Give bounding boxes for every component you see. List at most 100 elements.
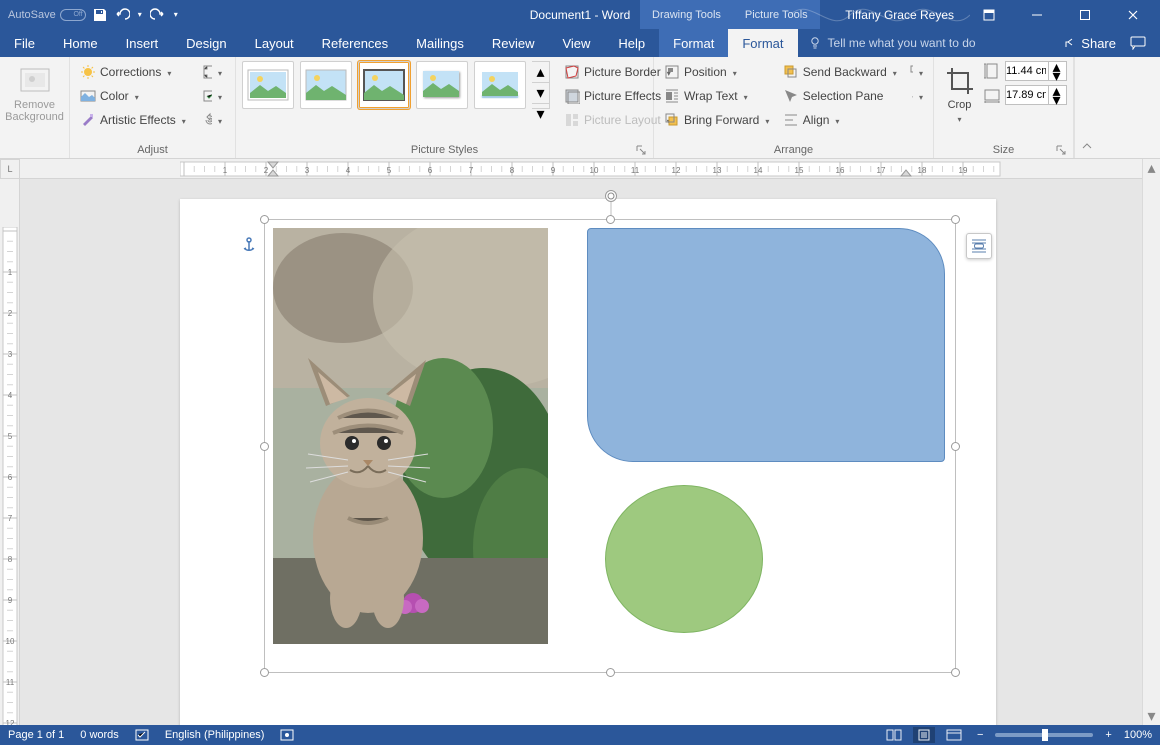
status-page[interactable]: Page 1 of 1	[8, 729, 64, 741]
status-spellcheck-icon[interactable]	[135, 729, 149, 741]
qat-customize-icon[interactable]	[172, 10, 180, 19]
resize-handle-nw[interactable]	[260, 215, 269, 224]
resize-handle-ne[interactable]	[951, 215, 960, 224]
reset-picture-button[interactable]	[198, 109, 226, 131]
tab-help[interactable]: Help	[604, 29, 659, 57]
user-name[interactable]: Tiffany Grace Reyes	[835, 8, 964, 22]
rotate-button[interactable]	[905, 85, 927, 107]
tab-review[interactable]: Review	[478, 29, 549, 57]
status-macro-icon[interactable]	[280, 729, 294, 741]
group-button[interactable]	[905, 61, 927, 83]
wrap-text-button[interactable]: Wrap Text	[660, 85, 775, 107]
scroll-up-icon[interactable]: ▴	[1143, 159, 1160, 177]
ribbon-display-options-icon[interactable]	[966, 0, 1012, 29]
svg-text:18: 18	[918, 166, 927, 175]
resize-handle-w[interactable]	[260, 442, 269, 451]
resize-handle-n[interactable]	[606, 215, 615, 224]
zoom-slider-thumb[interactable]	[1042, 729, 1048, 741]
maximize-button[interactable]	[1062, 0, 1108, 29]
change-picture-icon	[202, 88, 212, 104]
autosave-toggle[interactable]: AutoSave Off	[8, 9, 86, 21]
resize-handle-se[interactable]	[951, 668, 960, 677]
spin-down-icon[interactable]: ▾	[1049, 71, 1064, 80]
svg-text:5: 5	[8, 432, 13, 441]
align-button[interactable]: Align	[779, 109, 901, 131]
rotate-handle[interactable]	[605, 190, 617, 202]
spin-down-icon[interactable]: ▾	[1049, 95, 1064, 104]
gallery-up-icon[interactable]: ▴	[532, 62, 549, 82]
tab-home[interactable]: Home	[49, 29, 112, 57]
close-button[interactable]	[1110, 0, 1156, 29]
read-mode-icon[interactable]	[883, 727, 905, 743]
style-thumb-5[interactable]	[474, 61, 526, 109]
chevron-down-icon	[919, 89, 923, 103]
layout-options-button[interactable]	[966, 233, 992, 259]
picture-tools-header: Picture Tools	[733, 0, 820, 29]
send-backward-button[interactable]: Send Backward	[779, 61, 901, 83]
compress-pictures-button[interactable]	[198, 61, 226, 83]
style-thumb-2[interactable]	[300, 61, 352, 109]
horizontal-ruler[interactable]: 12345678910111213141516171819	[20, 159, 1142, 179]
print-layout-icon[interactable]	[913, 727, 935, 743]
remove-background-button[interactable]: Remove Background	[6, 61, 64, 127]
ruler-corner[interactable]: L	[0, 159, 20, 179]
zoom-slider[interactable]	[995, 733, 1093, 737]
corrections-button[interactable]: Corrections	[76, 61, 194, 83]
save-icon[interactable]	[92, 7, 108, 23]
comments-icon[interactable]	[1130, 36, 1146, 50]
tab-format-drawing[interactable]: Format	[659, 29, 728, 57]
tab-view[interactable]: View	[548, 29, 604, 57]
height-input[interactable]: ▴▾	[1005, 61, 1067, 81]
artistic-effects-button[interactable]: Artistic Effects	[76, 109, 194, 131]
vertical-scrollbar[interactable]: ▴ ▾	[1142, 159, 1160, 725]
zoom-in-button[interactable]: +	[1101, 729, 1115, 741]
chevron-down-icon	[218, 113, 222, 127]
color-button[interactable]: Color	[76, 85, 194, 107]
share-button[interactable]: Share	[1063, 36, 1116, 51]
picture-styles-gallery[interactable]: ▴ ▾ ▾	[242, 61, 550, 109]
tab-file[interactable]: File	[0, 29, 49, 57]
tab-insert[interactable]: Insert	[112, 29, 173, 57]
ellipse-shape[interactable]	[605, 485, 763, 633]
undo-dropdown-icon[interactable]	[136, 10, 144, 19]
gallery-more-icon[interactable]: ▾	[532, 103, 549, 124]
tab-design[interactable]: Design	[172, 29, 240, 57]
bring-forward-button[interactable]: Bring Forward	[660, 109, 775, 131]
scrollbar-track[interactable]	[1143, 177, 1160, 707]
zoom-out-button[interactable]: −	[973, 729, 987, 741]
redo-icon[interactable]	[150, 7, 166, 23]
web-layout-icon[interactable]	[943, 727, 965, 743]
tab-references[interactable]: References	[308, 29, 402, 57]
style-thumb-4[interactable]	[416, 61, 468, 109]
gallery-down-icon[interactable]: ▾	[532, 82, 549, 103]
tab-layout[interactable]: Layout	[241, 29, 308, 57]
rounded-rectangle-shape[interactable]	[587, 228, 945, 462]
tab-mailings[interactable]: Mailings	[402, 29, 478, 57]
collapse-ribbon-button[interactable]	[1074, 57, 1098, 158]
crop-button[interactable]: Crop	[940, 61, 979, 129]
undo-icon[interactable]	[114, 7, 130, 23]
selection-pane-button[interactable]: Selection Pane	[779, 85, 901, 107]
zoom-level[interactable]: 100%	[1124, 729, 1152, 741]
status-words[interactable]: 0 words	[80, 729, 119, 741]
status-language[interactable]: English (Philippines)	[165, 729, 265, 741]
tab-format-picture[interactable]: Format	[728, 29, 797, 57]
minimize-button[interactable]	[1014, 0, 1060, 29]
inserted-picture[interactable]	[273, 228, 548, 644]
vertical-ruler[interactable]: 1234567891011121314	[0, 179, 20, 725]
svg-text:8: 8	[8, 555, 13, 564]
gallery-scroll[interactable]: ▴ ▾ ▾	[532, 61, 550, 109]
document-scroll-area[interactable]	[20, 179, 1142, 725]
width-input[interactable]: ▴▾	[1005, 85, 1067, 105]
style-thumb-3[interactable]	[358, 61, 410, 109]
dialog-launcher-icon[interactable]	[635, 144, 647, 156]
position-button[interactable]: Position	[660, 61, 775, 83]
tell-me-search[interactable]: Tell me what you want to do	[798, 29, 986, 57]
scroll-down-icon[interactable]: ▾	[1143, 707, 1160, 725]
resize-handle-sw[interactable]	[260, 668, 269, 677]
style-thumb-1[interactable]	[242, 61, 294, 109]
change-picture-button[interactable]	[198, 85, 226, 107]
resize-handle-s[interactable]	[606, 668, 615, 677]
resize-handle-e[interactable]	[951, 442, 960, 451]
dialog-launcher-icon[interactable]	[1055, 144, 1067, 156]
